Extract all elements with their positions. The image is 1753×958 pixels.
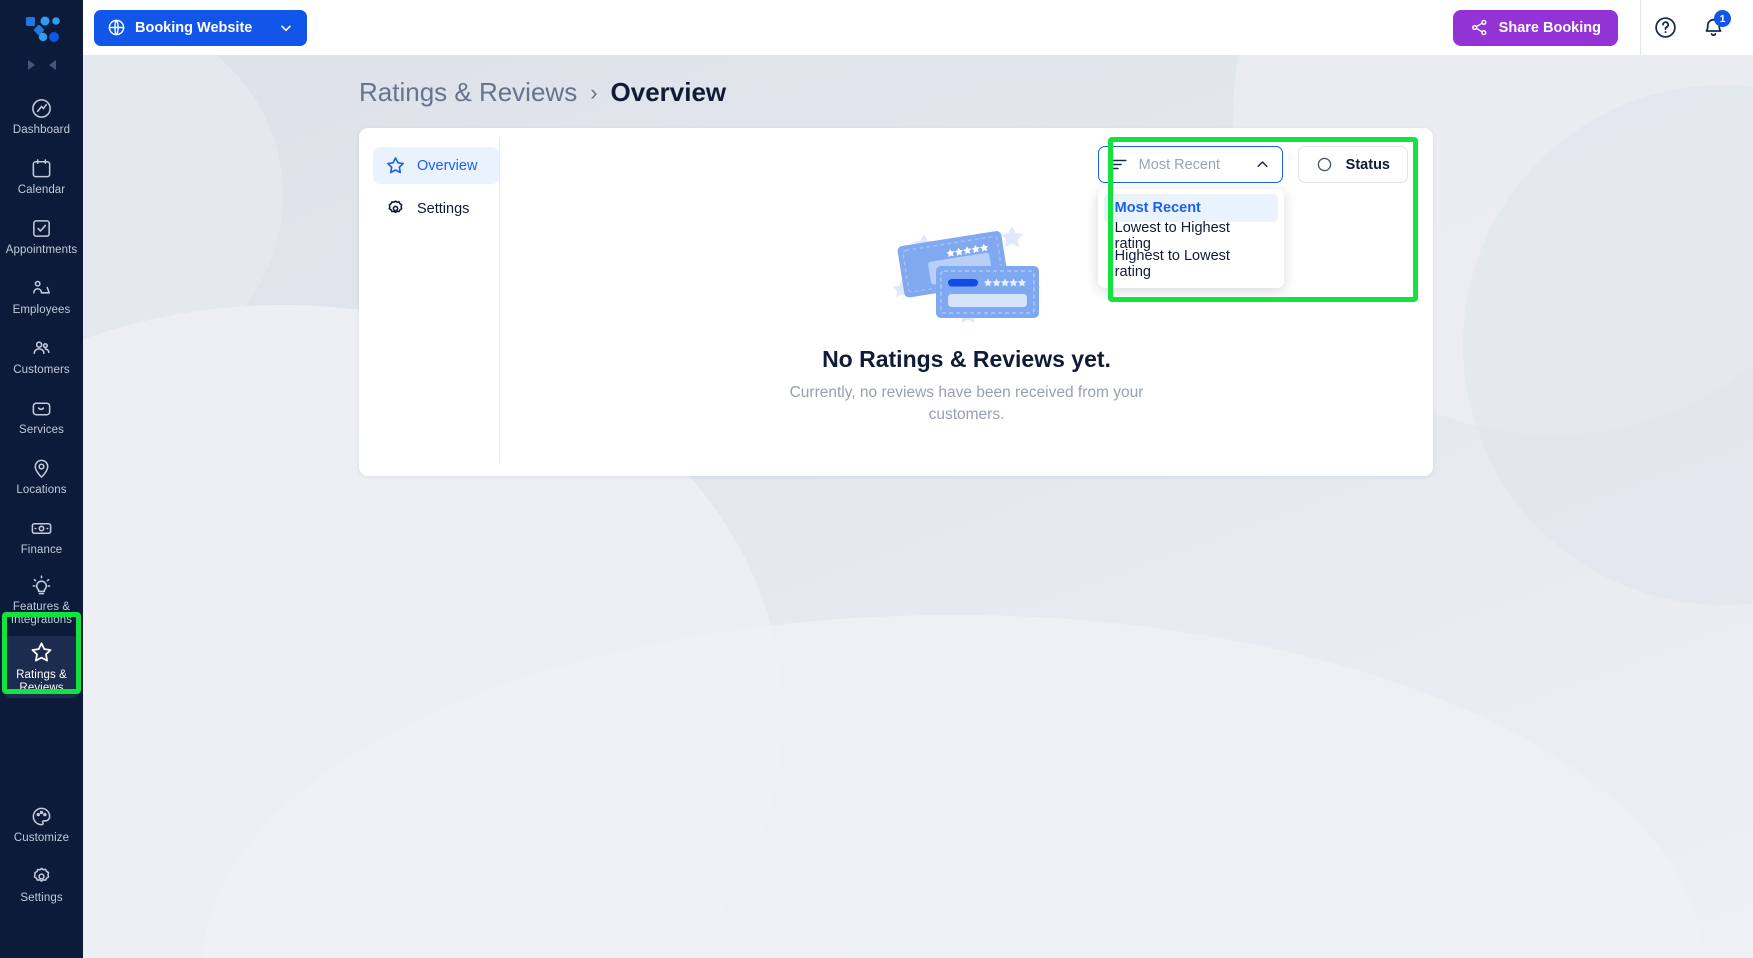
share-icon bbox=[1471, 19, 1487, 36]
status-filter-button[interactable]: Status bbox=[1297, 146, 1408, 183]
sidebar-item-label: Customize bbox=[13, 832, 70, 845]
topbar-actions: Share Booking 1 bbox=[1452, 0, 1753, 55]
sidebar-item-features-integrations[interactable]: Features & Integrations bbox=[4, 570, 79, 630]
card-controls: Most Recent Most Recent Lowest to Highes… bbox=[1097, 146, 1408, 288]
sort-lines-icon bbox=[1112, 159, 1127, 170]
sidebar-item-label: Locations bbox=[16, 484, 67, 497]
chevron-down-icon bbox=[281, 25, 291, 31]
tab-overview-label: Overview bbox=[417, 157, 478, 174]
sidebar-item-label: Ratings & Reviews bbox=[16, 669, 67, 694]
triangle-left-icon[interactable] bbox=[48, 60, 56, 70]
sidebar-item-label: Settings bbox=[20, 892, 63, 905]
help-button[interactable] bbox=[1641, 0, 1689, 55]
brand-logo[interactable] bbox=[0, 8, 83, 52]
sort-select-value: Most Recent bbox=[1138, 156, 1221, 173]
sidebar-item-customize[interactable]: Customize bbox=[4, 798, 79, 852]
empty-state: No Ratings & Reviews yet. Currently, no … bbox=[500, 204, 1433, 426]
card-body: Most Recent Most Recent Lowest to Highes… bbox=[500, 128, 1433, 476]
share-booking-label: Share Booking bbox=[1498, 19, 1601, 36]
sidebar-bottom-nav: Customize Settings bbox=[0, 798, 83, 958]
brand-logo-icon bbox=[25, 16, 60, 42]
employees-icon bbox=[33, 280, 50, 294]
palette-icon bbox=[32, 807, 51, 826]
notifications-badge: 1 bbox=[1714, 10, 1731, 27]
app-root: Dashboard Calendar Appointments Employee… bbox=[0, 0, 1753, 958]
tab-overview[interactable]: Overview bbox=[373, 147, 499, 184]
booking-website-label: Booking Website bbox=[135, 19, 253, 36]
help-circle-icon bbox=[1654, 17, 1676, 38]
notifications-button[interactable]: 1 bbox=[1689, 0, 1737, 55]
ratings-reviews-card: Overview Settings Most Recent Most Recen… bbox=[359, 128, 1433, 476]
sidebar-item-label: Services bbox=[19, 424, 64, 437]
sidebar-item-services[interactable]: Services bbox=[4, 390, 79, 444]
sidebar-item-label: Appointments bbox=[5, 244, 78, 257]
sidebar-item-label: Finance bbox=[20, 544, 63, 557]
tab-settings[interactable]: Settings bbox=[373, 190, 499, 227]
breadcrumb-separator-icon: › bbox=[590, 79, 598, 105]
tab-settings-label: Settings bbox=[417, 200, 470, 217]
location-pin-icon bbox=[34, 459, 49, 479]
sidebar-item-ratings-reviews[interactable]: Ratings & Reviews bbox=[4, 636, 79, 698]
sidebar-item-employees[interactable]: Employees bbox=[4, 270, 79, 324]
calendar-icon bbox=[32, 159, 51, 178]
banknote-icon bbox=[31, 523, 52, 535]
sidebar-item-calendar[interactable]: Calendar bbox=[4, 150, 79, 204]
sidebar-item-label: Employees bbox=[12, 304, 71, 317]
page-content: Ratings & Reviews › Overview Overview Se… bbox=[83, 55, 1753, 958]
card-nav: Overview Settings bbox=[359, 128, 499, 476]
sidebar-item-label: Features & Integrations bbox=[10, 601, 73, 626]
empty-state-subtitle: Currently, no reviews have been received… bbox=[789, 384, 1144, 423]
chevron-up-icon[interactable] bbox=[1254, 156, 1271, 173]
share-booking-button[interactable]: Share Booking bbox=[1452, 9, 1618, 46]
sidebar-nav-list: Dashboard Calendar Appointments Employee… bbox=[0, 90, 83, 704]
breadcrumb: Ratings & Reviews › Overview bbox=[359, 77, 726, 108]
customers-icon bbox=[33, 341, 50, 355]
review-cards-illustration-svg bbox=[892, 226, 1041, 324]
sidebar-item-finance[interactable]: Finance bbox=[4, 510, 79, 564]
status-filter-label: Status bbox=[1345, 156, 1390, 173]
sidebar-item-appointments[interactable]: Appointments bbox=[4, 210, 79, 264]
sidebar: Dashboard Calendar Appointments Employee… bbox=[0, 0, 83, 958]
star-outline-icon bbox=[387, 157, 404, 174]
triangle-right-icon[interactable] bbox=[27, 60, 35, 70]
gear-icon bbox=[388, 200, 403, 214]
empty-state-title: No Ratings & Reviews yet. bbox=[822, 346, 1111, 372]
sidebar-item-label: Calendar bbox=[17, 184, 66, 197]
sidebar-item-locations[interactable]: Locations bbox=[4, 450, 79, 504]
lightbulb-icon bbox=[32, 575, 51, 595]
dashboard-icon bbox=[32, 99, 51, 119]
topbar: Booking Website Share Booking 1 bbox=[83, 0, 1753, 55]
gear-icon bbox=[33, 867, 50, 883]
sidebar-item-customers[interactable]: Customers bbox=[4, 330, 79, 384]
star-icon bbox=[31, 642, 52, 662]
sort-dropdown: Most Recent Most Recent Lowest to Highes… bbox=[1097, 146, 1284, 288]
services-icon bbox=[32, 402, 51, 416]
page-title: Overview bbox=[610, 77, 727, 107]
sidebar-item-dashboard[interactable]: Dashboard bbox=[4, 90, 79, 144]
sidebar-item-label: Dashboard bbox=[12, 124, 71, 137]
sidebar-collapse-controls[interactable] bbox=[0, 52, 83, 78]
sidebar-item-settings[interactable]: Settings bbox=[4, 858, 79, 912]
sidebar-item-label: Customers bbox=[13, 364, 70, 377]
review-cards-illustration bbox=[882, 204, 1052, 326]
sort-select[interactable]: Most Recent bbox=[1097, 146, 1283, 183]
booking-website-button[interactable]: Booking Website bbox=[94, 9, 307, 46]
globe-icon bbox=[108, 19, 125, 36]
appointments-icon bbox=[33, 220, 50, 238]
breadcrumb-parent[interactable]: Ratings & Reviews bbox=[359, 77, 577, 108]
circle-icon bbox=[1317, 157, 1331, 172]
